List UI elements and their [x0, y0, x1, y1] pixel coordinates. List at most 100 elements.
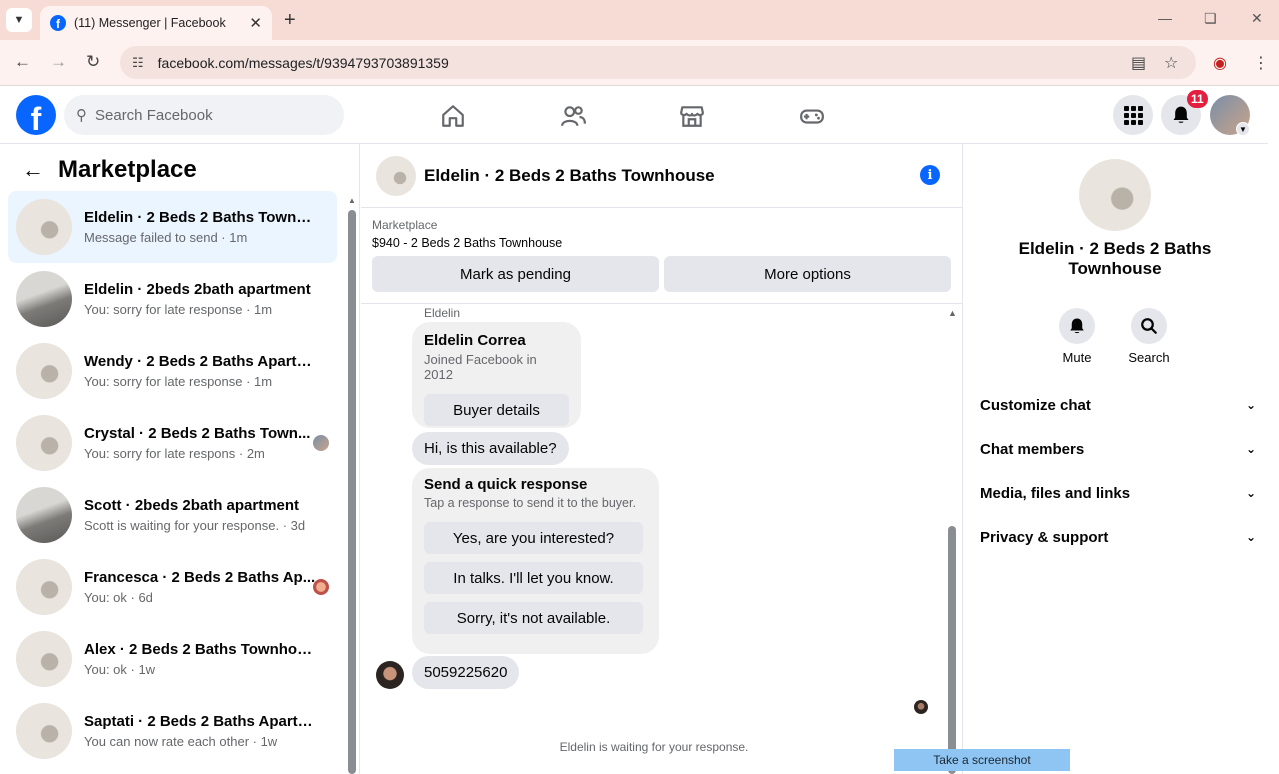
media-files-links-row[interactable]: Media, files and links ⌄: [980, 473, 1256, 513]
conversation-preview: You: ok · 6d: [84, 590, 153, 605]
gaming-icon[interactable]: [799, 103, 825, 129]
customize-chat-row[interactable]: Customize chat ⌄: [980, 385, 1256, 425]
profile-icon[interactable]: ◉: [1213, 53, 1227, 73]
quick-response-subtitle: Tap a response to send it to the buyer.: [424, 496, 636, 510]
conversation-name: Crystal · 2 Beds 2 Baths Town...: [84, 425, 311, 442]
conversation-avatar: [16, 487, 72, 543]
conversation-item[interactable]: Scott · 2beds 2bath apartment Scott is wa…: [8, 479, 337, 551]
scroll-up-icon[interactable]: ▲: [348, 196, 356, 205]
tab-search-chevron-icon[interactable]: ▼: [6, 8, 32, 32]
menu-grid-icon[interactable]: [1113, 95, 1153, 135]
quick-response-card: Send a quick response Tap a response to …: [412, 468, 659, 654]
window-close-icon[interactable]: ✕: [1251, 10, 1263, 27]
quick-reply-in-talks-button[interactable]: In talks. I'll let you know.: [424, 562, 643, 594]
conversation-preview: You: ok · 1w: [84, 662, 156, 677]
sidebar-scrollbar[interactable]: ▲: [348, 196, 356, 774]
conversation-item[interactable]: Wendy · 2 Beds 2 Baths Apartm... You: sor…: [8, 335, 337, 407]
mute-button[interactable]: Mute: [1047, 308, 1107, 365]
details-avatar[interactable]: [1079, 159, 1151, 231]
quick-reply-not-available-button[interactable]: Sorry, it's not available.: [424, 602, 643, 634]
info-icon[interactable]: i: [920, 165, 940, 185]
facebook-search-input[interactable]: ⚲ Search Facebook: [64, 95, 344, 135]
forward-arrow-icon[interactable]: →: [50, 52, 67, 72]
chat-header: Eldelin · 2 Beds 2 Baths Townhouse i: [361, 144, 962, 208]
facebook-logo-icon[interactable]: f: [16, 95, 56, 135]
page-scrollbar[interactable]: [1268, 86, 1279, 774]
buyer-name: Eldelin Correa: [424, 332, 526, 349]
conversation-item[interactable]: Saptati · 2 Beds 2 Baths Apartm... You ca…: [8, 695, 337, 767]
browser-tabbar: ▼ f (11) Messenger | Facebook ✕ + — ❏ ✕: [0, 0, 1279, 40]
listing-price[interactable]: $940 - 2 Beds 2 Baths Townhouse: [372, 236, 951, 250]
conversation-name: Saptati · 2 Beds 2 Baths Apartm...: [84, 713, 316, 730]
conversation-item[interactable]: Eldelin · 2beds 2bath apartment You: sorr…: [8, 263, 337, 335]
home-icon[interactable]: [440, 103, 466, 129]
address-bar[interactable]: ☷ facebook.com/messages/t/93947937038913…: [120, 46, 1196, 79]
seen-avatar: [313, 579, 329, 595]
buyer-details-button[interactable]: Buyer details: [424, 394, 569, 426]
mute-label: Mute: [1062, 350, 1092, 365]
privacy-support-row[interactable]: Privacy & support ⌄: [980, 517, 1256, 557]
conversation-name: Eldelin · 2beds 2bath apartment: [84, 281, 311, 298]
waiting-notice: Eldelin is waiting for your response.: [559, 740, 749, 754]
conversation-preview: You: sorry for late respons · 2m: [84, 446, 265, 461]
tab-close-icon[interactable]: ✕: [249, 14, 262, 32]
notification-badge: 11: [1187, 90, 1208, 108]
conversation-avatar: [16, 415, 72, 471]
scrollbar-thumb[interactable]: [348, 210, 356, 774]
section-label: Privacy & support: [980, 528, 1109, 546]
marketplace-icon[interactable]: [679, 103, 705, 129]
browser-tab[interactable]: f (11) Messenger | Facebook ✕: [40, 6, 272, 40]
chat-avatar[interactable]: [376, 155, 416, 196]
url-text: facebook.com/messages/t/9394793703891359: [157, 54, 449, 71]
conversation-item[interactable]: Eldelin · 2 Beds 2 Baths Townho... Messag…: [8, 191, 337, 263]
message-thread: Eldelin Eldelin Correa Joined Facebook i…: [361, 304, 963, 774]
scrollbar-thumb[interactable]: [948, 526, 956, 774]
conversation-avatar: [16, 631, 72, 687]
sender-label: Eldelin: [424, 306, 461, 320]
friends-icon[interactable]: [560, 103, 586, 129]
conversation-item[interactable]: Alex · 2 Beds 2 Baths Townhouse You: ok ·…: [8, 623, 337, 695]
conversation-avatar: [16, 703, 72, 759]
section-label: Customize chat: [980, 396, 1091, 414]
conversation-name: Wendy · 2 Beds 2 Baths Apartm...: [84, 353, 316, 370]
conversation-name: Alex · 2 Beds 2 Baths Townhouse: [84, 641, 316, 658]
thread-scrollbar[interactable]: ▲: [947, 304, 957, 774]
back-arrow-icon[interactable]: ←: [14, 52, 31, 72]
account-chevron-icon[interactable]: ▼: [1236, 122, 1250, 136]
browser-menu-icon[interactable]: ⋮: [1253, 53, 1269, 73]
quick-reply-interested-button[interactable]: Yes, are you interested?: [424, 522, 643, 554]
conversation-preview: You: sorry for late response · 1m: [84, 374, 273, 389]
reload-icon[interactable]: ↻: [86, 52, 100, 72]
site-settings-icon[interactable]: ☷: [132, 55, 144, 71]
section-label: Media, files and links: [980, 484, 1131, 502]
chevron-down-icon: ⌄: [1245, 530, 1256, 544]
chat-title[interactable]: Eldelin · 2 Beds 2 Baths Townhouse: [424, 166, 715, 186]
scroll-up-icon[interactable]: ▲: [948, 308, 957, 318]
bell-icon: [1059, 308, 1095, 344]
bookmark-star-icon[interactable]: ☆: [1164, 53, 1178, 73]
conversation-item[interactable]: Francesca · 2 Beds 2 Baths Ap... You: ok …: [8, 551, 337, 623]
facebook-header: f ⚲ Search Facebook 11 ▼: [0, 86, 1268, 144]
conversation-preview: You can now rate each other · 1w: [84, 734, 278, 749]
minimize-icon[interactable]: —: [1158, 10, 1172, 26]
restore-icon[interactable]: ❏: [1204, 10, 1217, 27]
mark-pending-button[interactable]: Mark as pending: [372, 256, 659, 292]
conversation-name: Francesca · 2 Beds 2 Baths Ap...: [84, 569, 316, 586]
sender-avatar[interactable]: [376, 661, 404, 689]
new-tab-icon[interactable]: +: [284, 9, 296, 32]
more-options-button[interactable]: More options: [664, 256, 951, 292]
search-icon: ⚲: [76, 107, 87, 124]
conversation-item[interactable]: Crystal · 2 Beds 2 Baths Town... You: sor…: [8, 407, 337, 479]
install-app-icon[interactable]: ▤: [1131, 53, 1146, 73]
buyer-joined: Joined Facebook in 2012: [424, 352, 537, 382]
sidebar-title: Marketplace: [58, 156, 197, 183]
conversation-preview: Message failed to send · 1m: [84, 230, 248, 245]
conversation-avatar: [16, 559, 72, 615]
browser-toolbar: ← → ↻ ☷ facebook.com/messages/t/93947937…: [0, 40, 1279, 86]
back-arrow-icon[interactable]: ←: [22, 157, 44, 183]
sidebar-header: ← Marketplace: [22, 156, 197, 184]
conversation-preview: You: sorry for late response · 1m: [84, 302, 273, 317]
search-chat-button[interactable]: Search: [1119, 308, 1179, 365]
chevron-down-icon: ⌄: [1245, 442, 1256, 456]
chat-members-row[interactable]: Chat members ⌄: [980, 429, 1256, 469]
